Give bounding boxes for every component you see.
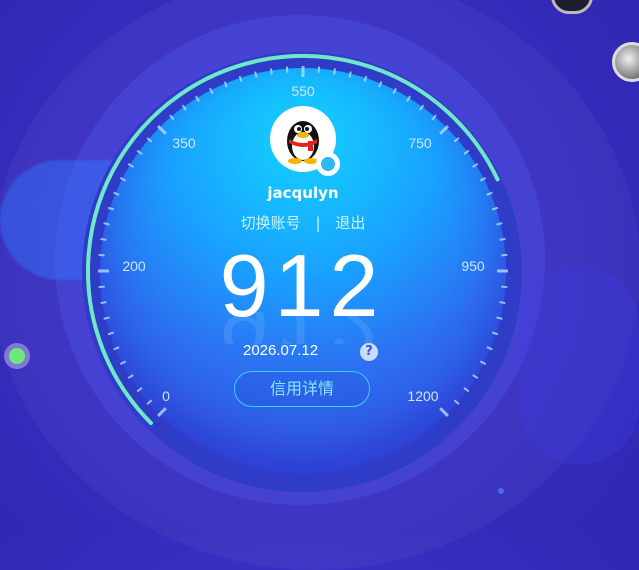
- gauge-tick: [137, 151, 142, 155]
- gauge-tick: [454, 138, 459, 142]
- switch-account-link[interactable]: 切换账号: [241, 214, 301, 232]
- logout-link[interactable]: 退出: [335, 214, 365, 232]
- gauge-tick: [137, 388, 142, 392]
- gauge-label-550: 550: [291, 83, 314, 99]
- gauge-tick: [464, 151, 469, 155]
- link-separator: |: [315, 214, 320, 232]
- gauge-tick: [473, 375, 478, 378]
- question-icon[interactable]: ?: [360, 343, 378, 361]
- gauge-tick: [210, 88, 213, 93]
- gauge-tick: [349, 72, 350, 78]
- gauge-tick: [114, 347, 120, 349]
- gauge-tick: [420, 105, 424, 110]
- gauge-tick: [440, 126, 448, 134]
- gauge-label-0: 0: [162, 388, 170, 404]
- gauge-tick: [158, 126, 166, 134]
- account-links: 切换账号 | 退出: [0, 212, 606, 233]
- gauge-tick: [128, 375, 133, 378]
- gauge-tick: [364, 76, 366, 82]
- gauge-tick: [128, 164, 133, 167]
- gauge-tick: [225, 82, 227, 88]
- gauge-label-750: 750: [408, 135, 431, 151]
- gauge-tick: [158, 408, 166, 416]
- gauge-tick: [393, 88, 396, 93]
- credit-score-reflection: 912: [0, 312, 604, 344]
- gauge-tick: [487, 347, 493, 349]
- gauge-tick: [480, 361, 485, 364]
- username: jacqulyn: [0, 184, 606, 202]
- gauge-tick: [120, 178, 125, 181]
- gauge-tick: [147, 138, 152, 142]
- gauge-label-350: 350: [172, 135, 195, 151]
- gauge-tick: [271, 69, 272, 75]
- gauge-tick: [492, 208, 498, 210]
- gauge-tick: [480, 178, 485, 181]
- gauge-tick: [379, 82, 381, 88]
- gauge-tick: [473, 164, 478, 167]
- gauge-tick: [240, 76, 242, 82]
- gauge-tick: [440, 408, 448, 416]
- gauge-label-1200: 1200: [407, 388, 438, 404]
- credit-detail-button[interactable]: 信用详情: [234, 371, 370, 407]
- gauge-tick: [170, 115, 174, 120]
- gauge-tick: [407, 96, 410, 101]
- gauge-tick: [196, 96, 199, 101]
- gauge-tick: [108, 208, 114, 210]
- gauge-tick: [183, 105, 187, 110]
- qq-status-icon: [316, 152, 340, 176]
- gauge-tick: [432, 115, 436, 120]
- gauge-tick: [464, 388, 469, 392]
- score-date: 2026.07.12: [243, 342, 318, 359]
- gauge-tick: [334, 69, 335, 75]
- gauge-tick: [255, 72, 256, 78]
- gauge-tick: [454, 400, 459, 404]
- gauge-tick: [147, 400, 152, 404]
- gauge-tick: [120, 361, 125, 364]
